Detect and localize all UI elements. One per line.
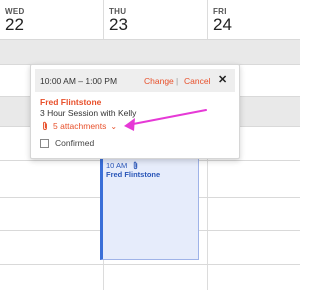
confirmed-checkbox[interactable] — [40, 138, 49, 148]
cancel-link[interactable]: Cancel — [184, 76, 210, 86]
client-name[interactable]: Fred Flintstone — [40, 97, 101, 107]
link-separator: | — [176, 76, 179, 86]
day-number: 22 — [5, 15, 24, 34]
day-header-thu[interactable]: THU 23 — [104, 0, 207, 39]
attachments-dropdown[interactable]: 5 attachments ⌄ — [40, 121, 117, 131]
confirmed-label: Confirmed — [55, 138, 95, 148]
chevron-down-icon: ⌄ — [110, 121, 118, 131]
day-number: 23 — [109, 15, 128, 34]
popup-header: 10:00 AM – 1:00 PM Change | Cancel ✕ — [35, 69, 235, 92]
event-time: 10 AM — [106, 161, 128, 170]
confirmed-row[interactable]: Confirmed — [40, 138, 94, 148]
appointment-time-range: 10:00 AM – 1:00 PM — [40, 76, 118, 86]
day-header-fri[interactable]: FRI 24 — [208, 0, 300, 39]
grid-line — [0, 39, 300, 40]
attachments-label: 5 attachments — [53, 121, 107, 131]
event-client-name: Fred Flintstone — [106, 170, 161, 179]
close-icon[interactable]: ✕ — [218, 74, 227, 86]
grid-line — [0, 264, 300, 265]
appointment-popup: 10:00 AM – 1:00 PM Change | Cancel ✕ Fre… — [30, 64, 240, 159]
session-title: 3 Hour Session with Kelly — [40, 108, 137, 118]
day-number: 24 — [213, 15, 232, 34]
change-link[interactable]: Change — [144, 76, 174, 86]
paperclip-icon — [133, 161, 138, 170]
paperclip-icon — [43, 121, 47, 131]
unavailable-band — [0, 40, 300, 64]
day-header-wed[interactable]: WED 22 — [0, 0, 103, 39]
appointment-event[interactable]: 10 AM Fred Flintstone — [100, 158, 199, 260]
